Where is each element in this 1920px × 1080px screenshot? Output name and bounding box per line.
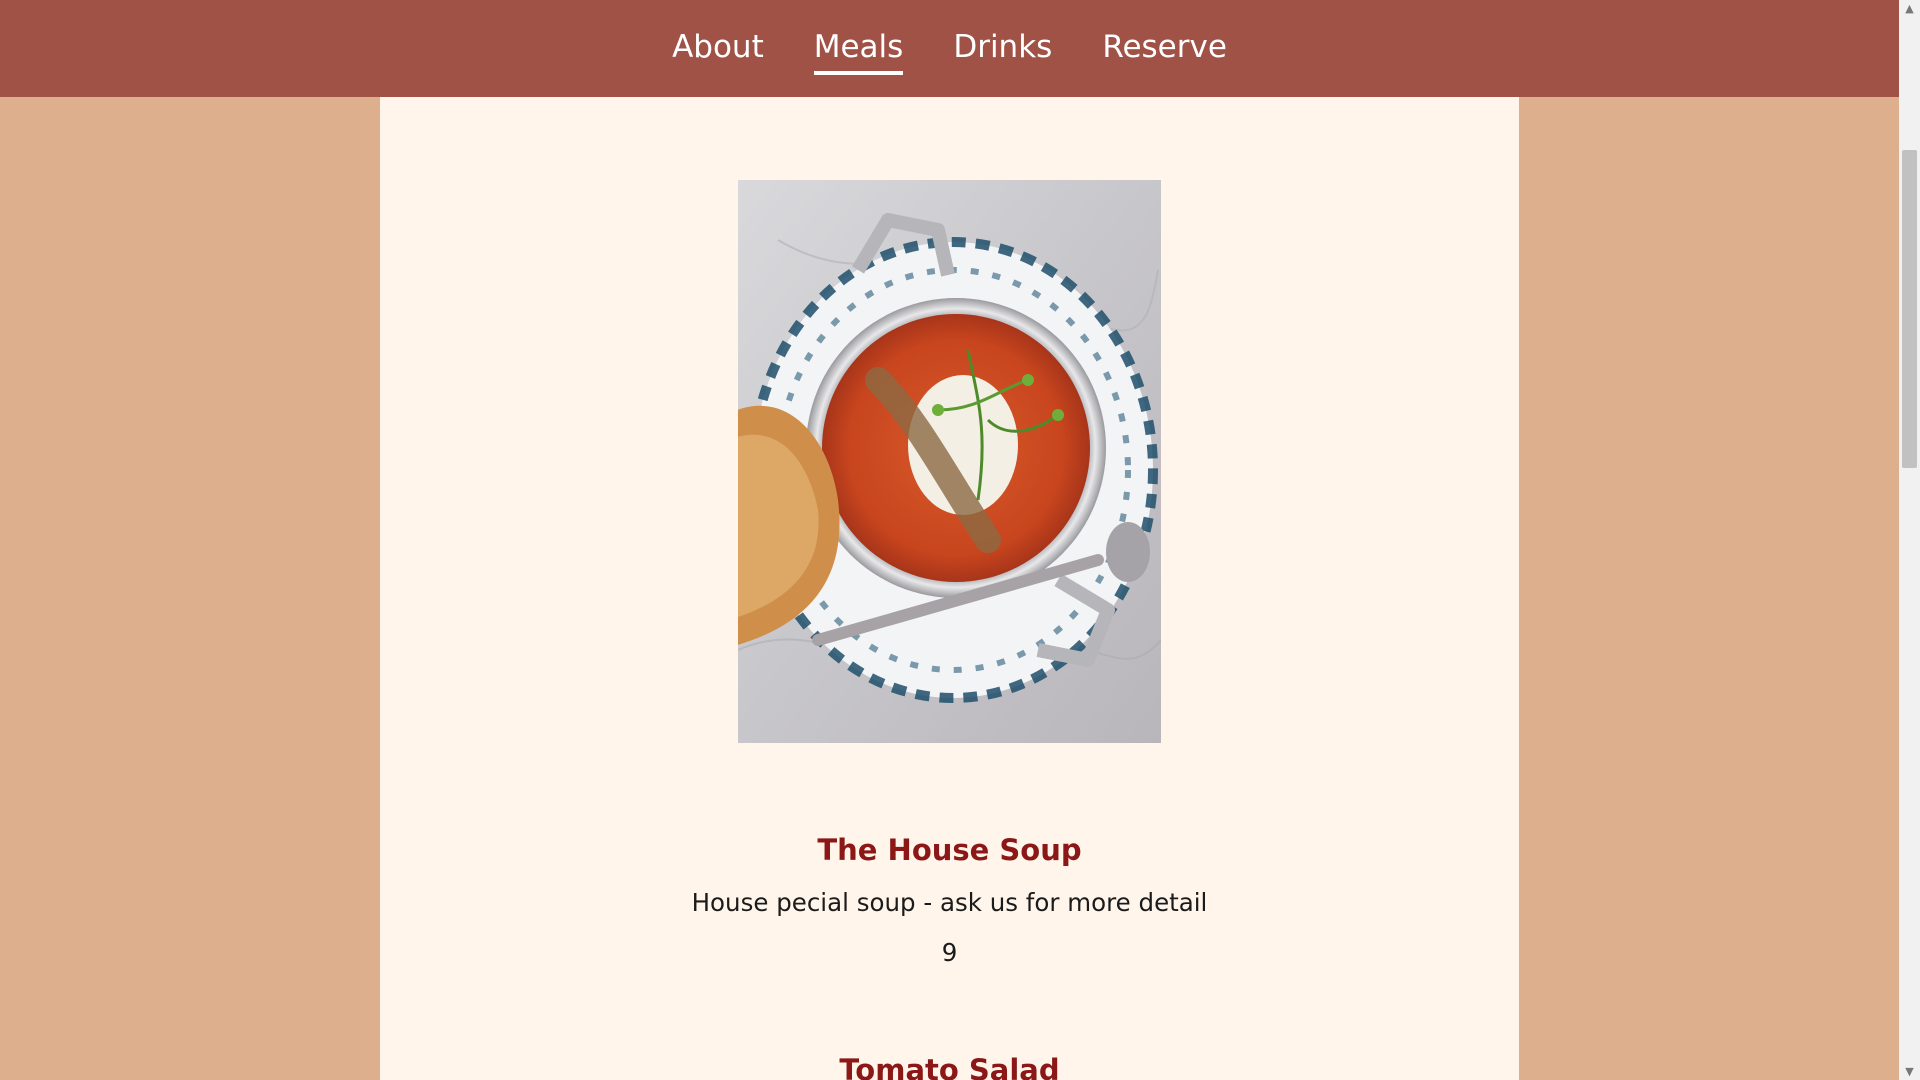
menu-item: Tomato Salad: [380, 1050, 1519, 1080]
scroll-down-icon[interactable]: ▼: [1899, 1063, 1920, 1080]
vertical-scrollbar[interactable]: ▲ ▼: [1899, 0, 1920, 1080]
scroll-up-icon[interactable]: ▲: [1899, 0, 1920, 17]
main-content: Meals: [380, 0, 1519, 1080]
menu-item-description: House pecial soup - ask us for more deta…: [691, 888, 1208, 917]
menu-item: The House Soup House pecial soup - ask u…: [380, 830, 1519, 970]
soup-photo: [738, 180, 1161, 743]
nav-link-about[interactable]: About: [672, 27, 764, 71]
menu-item-name: The House Soup: [817, 833, 1082, 867]
nav-link-reserve[interactable]: Reserve: [1102, 27, 1227, 71]
menu-item-price: 9: [941, 938, 958, 967]
nav-link-drinks[interactable]: Drinks: [953, 27, 1052, 71]
top-navigation: About Meals Drinks Reserve: [0, 0, 1899, 97]
menu-item-name: Tomato Salad: [839, 1053, 1060, 1080]
scrollbar-thumb[interactable]: [1902, 150, 1917, 468]
nav-link-meals[interactable]: Meals: [813, 27, 903, 75]
nav-links: About Meals Drinks Reserve: [0, 0, 1899, 97]
